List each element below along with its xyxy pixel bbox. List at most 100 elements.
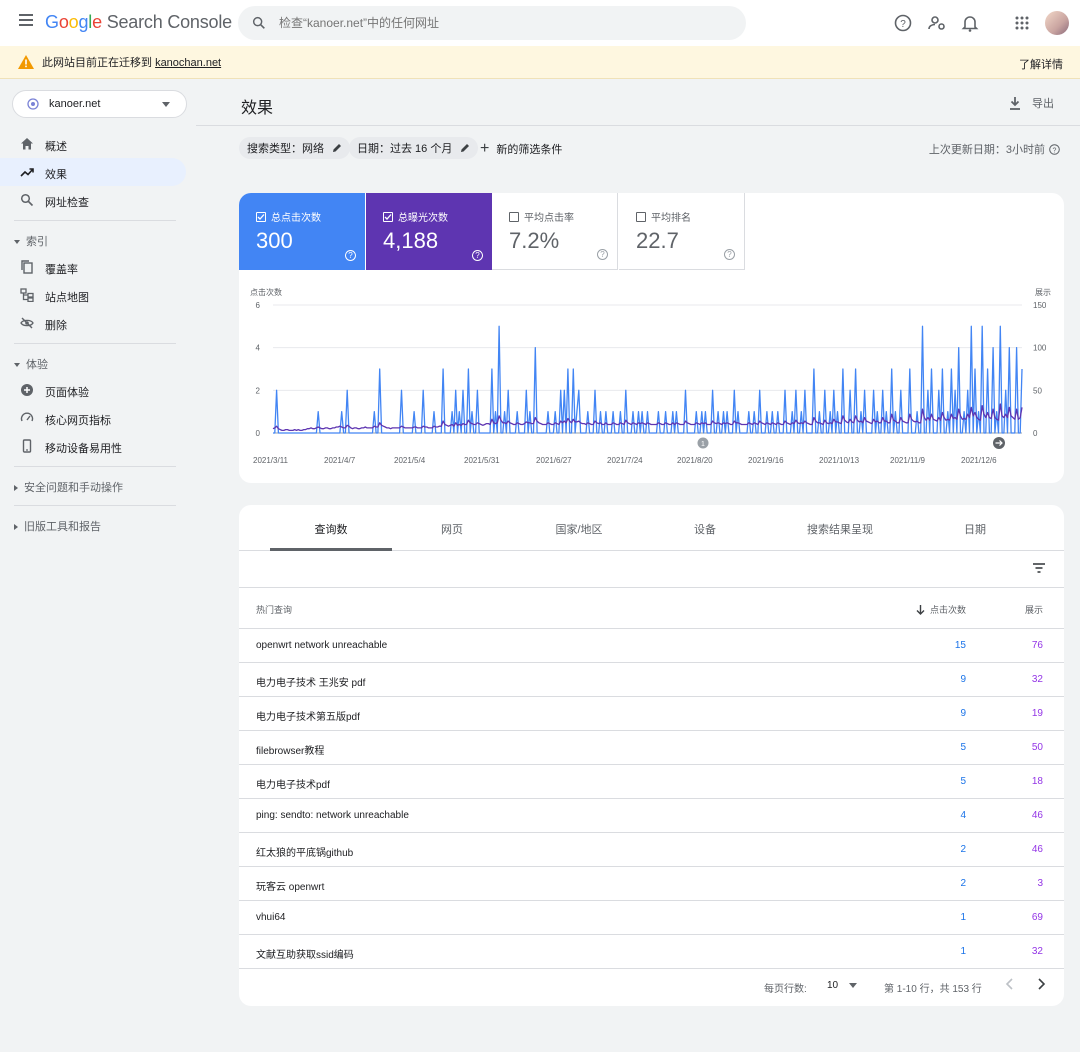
sidebar-item-url-inspection[interactable]: 网址检查 [0, 186, 186, 214]
sidebar-item-overview[interactable]: 概述 [0, 130, 186, 158]
x-tick-label: 2021/12/6 [961, 456, 997, 465]
help-icon[interactable]: ? [1049, 143, 1060, 155]
learn-more-link[interactable]: 了解详情 [1019, 56, 1063, 72]
help-icon[interactable]: ? [724, 249, 735, 260]
plus-icon: + [480, 140, 490, 157]
tab-queries[interactable]: 查询数 [270, 521, 392, 537]
chevron-down-icon[interactable] [849, 983, 857, 988]
page-header: 效果 导出 [196, 79, 1080, 126]
trending-up-icon [20, 168, 34, 177]
y-tick-right: 150 [1033, 301, 1047, 310]
table-row[interactable]: 电力电子技术 王兆安 pdf 9 32 [239, 663, 1064, 697]
x-tick-label: 2021/4/7 [324, 456, 356, 465]
sidebar-item-removals[interactable]: 删除 [0, 309, 186, 337]
column-header-clicks[interactable]: 点击次数 [916, 603, 966, 616]
y-tick-right: 0 [1033, 429, 1038, 438]
table-row[interactable]: 文献互助获取ssid编码 1 32 [239, 935, 1064, 969]
download-icon [1010, 96, 1020, 110]
export-button[interactable]: 导出 [1009, 95, 1054, 111]
app-logo[interactable]: Google Search Console [45, 12, 232, 33]
table-row[interactable]: ping: sendto: network unreachable 4 46 [239, 799, 1064, 833]
sitemap-icon [20, 288, 34, 302]
x-tick-label: 2021/5/31 [464, 456, 500, 465]
x-tick-label: 2021/6/27 [536, 456, 572, 465]
sidebar-section-index[interactable]: 索引 [14, 233, 48, 249]
performance-line-chart[interactable]: 点击次数 展示 0 2 4 6 0 50 100 150 2021/3/11 2021/4/7 2021… [239, 283, 1064, 473]
metric-value: 300 [256, 228, 293, 253]
column-header-impressions[interactable]: 展示 [1025, 603, 1043, 616]
tab-countries[interactable]: 国家/地区 [519, 521, 639, 537]
edit-icon [333, 144, 341, 152]
table-row[interactable]: 玩客云 openwrt 2 3 [239, 867, 1064, 901]
checkbox-unchecked-icon[interactable] [636, 211, 646, 222]
metric-value: 4,188 [383, 228, 439, 253]
chevron-right-icon [14, 524, 18, 531]
filter-list-icon[interactable] [1032, 561, 1046, 575]
banner-domain-link[interactable]: kanochan.net [155, 57, 221, 69]
metric-avg-ctr[interactable]: 平均点击率 7.2% ? [492, 193, 618, 270]
search-input[interactable] [279, 16, 719, 30]
property-selector[interactable]: kanoer.net [12, 90, 187, 118]
help-icon[interactable]: ? [893, 13, 913, 33]
date-filter-chip[interactable]: 日期：过去 16 个月 [349, 137, 479, 159]
table-row[interactable]: 电力电子技术pdf 5 18 [239, 765, 1064, 799]
table-row[interactable]: openwrt network unreachable 15 76 [239, 629, 1064, 663]
next-page-icon[interactable] [1036, 978, 1046, 990]
y-tick-left: 0 [256, 429, 261, 438]
checkbox-checked-icon[interactable] [383, 211, 393, 222]
table-row[interactable]: 电力电子技术第五版pdf 9 19 [239, 697, 1064, 731]
metric-total-impressions[interactable]: 总曝光次数 4,188 ? [366, 193, 492, 270]
metric-total-clicks[interactable]: 总点击次数 300 ? [239, 193, 365, 270]
sidebar-divider [14, 343, 176, 344]
sidebar-item-mobile-usability[interactable]: 移动设备易用性 [0, 432, 186, 460]
sidebar-item-page-experience[interactable]: 页面体验 [0, 376, 186, 404]
svg-text:?: ? [900, 19, 906, 30]
checkbox-checked-icon[interactable] [256, 211, 266, 222]
edit-icon [461, 144, 470, 152]
tab-pages[interactable]: 网页 [392, 521, 512, 537]
help-icon[interactable]: ? [597, 249, 608, 260]
checkbox-unchecked-icon[interactable] [509, 211, 519, 222]
rows-per-page-select[interactable]: 10 [827, 980, 838, 991]
search-icon [252, 16, 265, 29]
y-tick-right: 50 [1033, 386, 1042, 395]
search-type-filter-chip[interactable]: 搜索类型：网络 [239, 137, 350, 159]
tab-search-appearance[interactable]: 搜索结果呈现 [780, 521, 900, 537]
x-tick-label: 2021/10/13 [819, 456, 860, 465]
add-filter-button[interactable]: + 新的筛选条件 [480, 140, 562, 158]
manage-users-icon[interactable] [927, 13, 947, 33]
help-icon[interactable]: ? [472, 250, 483, 261]
sidebar-section-experience[interactable]: 体验 [14, 356, 48, 372]
chevron-down-icon [14, 240, 20, 245]
warning-icon [18, 55, 34, 69]
help-icon[interactable]: ? [345, 250, 356, 261]
tab-dates[interactable]: 日期 [915, 521, 1035, 537]
eye-off-icon [20, 317, 34, 329]
url-inspection-search[interactable] [238, 6, 746, 40]
table-row[interactable]: 红太狼的平底锅github 2 46 [239, 833, 1064, 867]
sidebar-item-coverage[interactable]: 覆盖率 [0, 253, 186, 281]
avatar[interactable] [1045, 11, 1069, 35]
previous-page-icon[interactable] [1005, 978, 1015, 990]
x-tick-label: 2021/8/20 [677, 456, 713, 465]
table-row[interactable]: filebrowser教程 5 50 [239, 731, 1064, 765]
sidebar-item-core-web-vitals[interactable]: 核心网页指标 [0, 404, 186, 432]
last-updated: 上次更新日期：3小时前 ? [929, 141, 1060, 157]
sidebar-item-performance[interactable]: 效果 [0, 158, 186, 186]
chevron-down-icon [162, 102, 170, 107]
sidebar-section-security[interactable]: 安全问题和手动操作 [14, 479, 123, 495]
bell-icon[interactable] [960, 13, 980, 33]
table-row[interactable]: vhui64 1 69 [239, 901, 1064, 935]
dimension-tabs: 查询数 网页 国家/地区 设备 搜索结果呈现 日期 [239, 505, 1064, 551]
property-name: kanoer.net [49, 98, 101, 110]
tab-devices[interactable]: 设备 [645, 521, 765, 537]
sidebar: kanoer.net 概述 效果 网址检查 索引 覆盖率 站点地图 删除 体验 … [0, 79, 196, 1052]
metric-avg-position[interactable]: 平均排名 22.7 ? [619, 193, 745, 270]
apps-grid-icon[interactable] [1012, 13, 1032, 33]
sidebar-item-sitemaps[interactable]: 站点地图 [0, 281, 186, 309]
sidebar-section-legacy[interactable]: 旧版工具和报告 [14, 518, 101, 534]
globe-icon [27, 98, 39, 110]
menu-icon[interactable] [14, 11, 38, 35]
chevron-right-icon [14, 485, 18, 492]
y-tick-left: 4 [256, 344, 261, 353]
